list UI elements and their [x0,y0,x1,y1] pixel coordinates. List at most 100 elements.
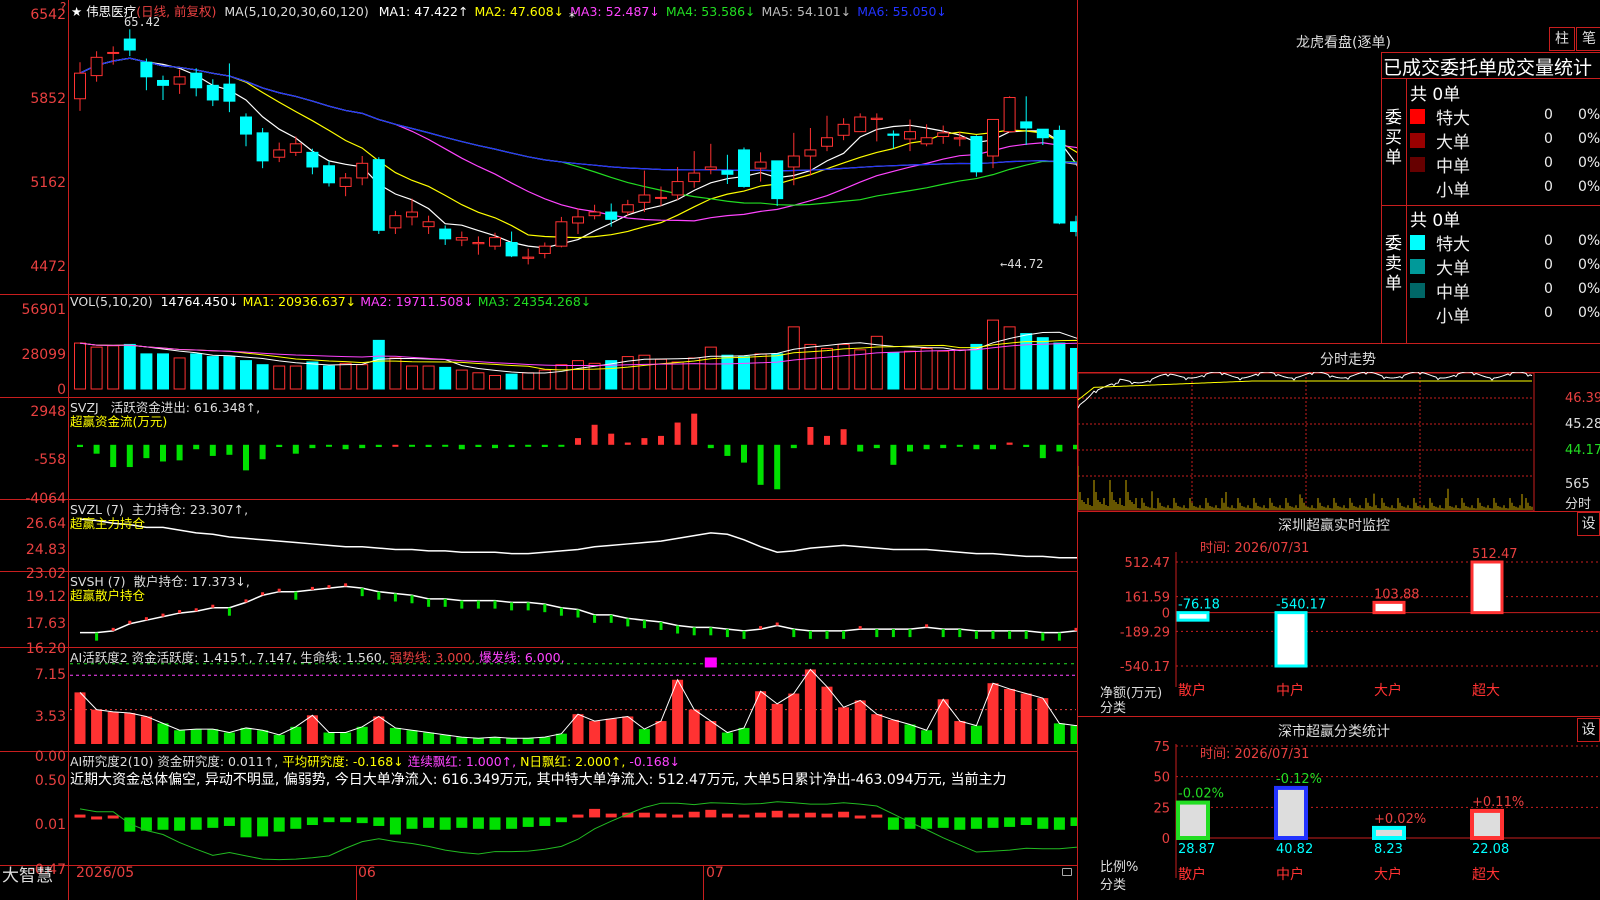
buy-total: 共 0单 [1410,85,1461,105]
flow-bar [691,413,698,445]
retail-tick [427,598,431,607]
research-bar [655,813,667,818]
sc-bar-change: +0.11% [1472,795,1524,810]
order-percent: 0% [1578,155,1600,171]
activity-bar [970,725,982,744]
ma-header: ★ 伟思医疗(日线, 前复权) MA(5,10,20,30,60,120) MA… [71,1,947,20]
activity-bar [489,737,501,744]
volume-bar [356,364,369,390]
intraday-axis-label: 44.17 [1565,443,1600,458]
research-bar [688,811,700,818]
flow-bar [243,444,249,471]
activity-bar [921,730,933,744]
volume-bar [572,360,584,390]
retail-tick [443,598,447,607]
retail-tick [593,614,597,623]
svzj-axis-label: 2948 [30,404,66,420]
activity-bar [738,727,750,744]
activity-bar [1053,723,1065,744]
research-bar [373,817,385,826]
volume-bar [821,347,833,390]
volume-bar [489,374,501,390]
retail-tick [1024,630,1028,639]
candle-body [854,116,867,133]
sc-ratio-chart[interactable]: 75 50 25 0 -0.02% 28.87 散户 -0.12% 40.82 中户 +0.02% 8… [1078,716,1600,900]
flow-bar [292,444,299,454]
candle-body [422,221,435,228]
ma-values: MA1: 47.422↑ MA2: 47.608↓ MA3: 52.487↓ MA4:… [373,4,947,19]
candle-body [987,118,999,157]
intraday-title: 分时走势 [1320,352,1376,368]
candle-body [920,137,933,145]
flow-bar [608,433,615,445]
retail-tick [327,585,331,589]
research-bar [290,817,302,829]
research-bar [340,817,352,823]
svsh-value: 散户持仓: 17.373↓, [133,574,250,589]
research-bar [987,817,999,828]
candle-body [937,132,950,138]
retail-tick [609,614,613,623]
sz-bar-value: 103.88 [1374,587,1420,602]
candle-body [90,56,103,77]
retail-tick [759,626,763,630]
sc-bar [1372,825,1406,840]
color-swatch [1410,157,1425,172]
retail-tick [344,583,348,587]
retail-tick [659,621,663,630]
candle-body [837,123,850,136]
vol-axis-label: 28099 [21,347,66,363]
sz-bar [1274,611,1308,668]
sell-row: 中单 0 0% [1410,278,1600,303]
intraday-chart[interactable] [1078,372,1600,512]
retail-tick [194,608,198,612]
order-percent: 0% [1578,131,1600,147]
peak-marker [704,657,717,668]
volume-bar [1036,337,1049,390]
retail-tick [144,617,148,621]
research-bar [240,817,252,838]
flow-bar [591,424,598,445]
flow-bar [160,444,166,462]
retail-tick [360,588,364,597]
flow-bar [409,444,415,447]
vol-axis-label: 56901 [21,302,66,318]
activity-bar [821,686,833,744]
research-bar [755,812,767,818]
lock-icon[interactable] [1062,868,1072,876]
retail-tick [543,604,547,613]
research-bar [904,817,916,829]
main-chart-area[interactable]: 6542 ? 5852 5162 4472 56901 28099 0 2948… [0,0,1078,900]
bar-view-button[interactable]: 柱 [1549,27,1575,51]
order-count: 0 [1544,107,1553,123]
flow-bar [375,444,382,448]
tick-view-button[interactable]: 笔 [1576,27,1600,51]
vol-prefix: VOL(5,10,20) [70,294,153,309]
research-avg-line [79,801,1078,861]
buy-row: 特大 0 0% [1410,104,1600,129]
activity-bar [340,732,352,744]
date-label: 06 [358,865,376,881]
volume-bar [505,373,518,390]
order-count: 0 [1544,131,1553,147]
research-bar [1053,817,1065,830]
research-bar [489,817,501,830]
order-tabs[interactable]: 已成交委托单成交量统计 [1383,53,1600,80]
volume-bar [422,365,435,390]
candle-body [306,151,319,168]
svzj-axis-label: -4064 [25,491,66,507]
indicator-value: MA2: 47.608↓ [474,4,565,19]
ai1-axis-label: 3.53 [34,709,66,725]
flow-bar [1039,444,1046,459]
activity-bar [838,707,850,744]
retail-tick [493,600,497,609]
flow-bar [392,444,399,447]
sz-bar [1176,611,1210,622]
sz-bar [1372,600,1406,615]
flow-bar [359,444,366,449]
volume-bar [787,326,800,390]
sc-bar-value: 40.82 [1276,842,1313,857]
sz-axis-label: -540.17 [1120,660,1170,675]
retail-tick [377,591,381,600]
ai2-lx: 连续飘红: 1.000↑, [407,754,517,769]
